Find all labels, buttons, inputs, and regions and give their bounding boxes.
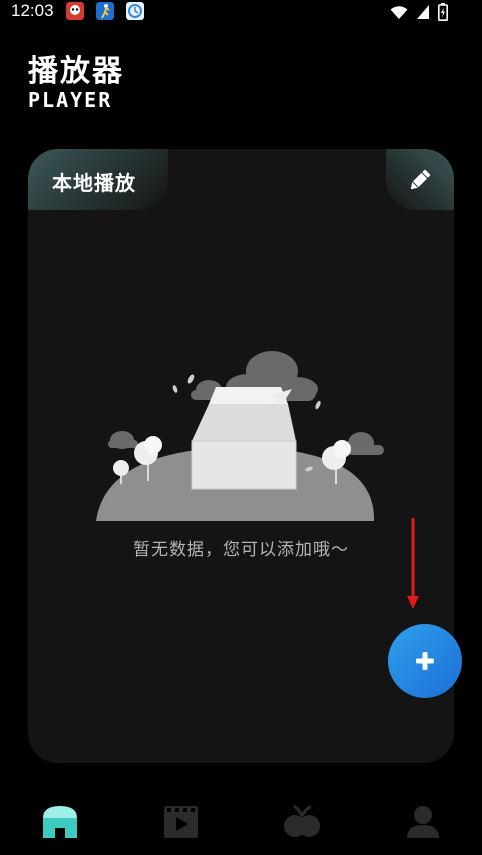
app-notification-icon — [126, 2, 144, 20]
empty-state-illustration — [96, 351, 384, 521]
tab-local-playback[interactable]: 本地播放 — [28, 149, 168, 210]
nav-item-fruit[interactable] — [282, 802, 322, 842]
status-time: 12:03 — [11, 1, 54, 20]
edit-button[interactable] — [386, 149, 454, 210]
nav-item-profile[interactable] — [403, 802, 443, 842]
user-icon — [407, 806, 439, 838]
page-title: 播放器 — [28, 54, 124, 89]
signal-icon — [417, 5, 429, 19]
app-notification-icon — [66, 2, 84, 20]
pencil-icon — [410, 169, 431, 189]
add-button[interactable] — [388, 624, 462, 698]
status-bar: 12:03 — [0, 0, 482, 24]
wifi-icon — [390, 5, 408, 19]
page-subtitle: PLAYER — [28, 88, 113, 112]
plus-icon — [416, 652, 434, 670]
home-icon — [43, 806, 77, 838]
nav-item-home[interactable] — [40, 802, 80, 842]
app-notification-icon — [96, 2, 114, 20]
annotation-arrow — [407, 518, 419, 609]
fruit-icon — [284, 804, 320, 837]
empty-state-message: 暂无数据，您可以添加哦～ — [133, 540, 349, 560]
tab-local-playback-label: 本地播放 — [52, 171, 136, 195]
battery-charging-icon — [438, 3, 448, 21]
nav-item-video[interactable] — [161, 802, 201, 842]
bottom-nav — [0, 790, 482, 855]
video-icon — [164, 806, 198, 838]
